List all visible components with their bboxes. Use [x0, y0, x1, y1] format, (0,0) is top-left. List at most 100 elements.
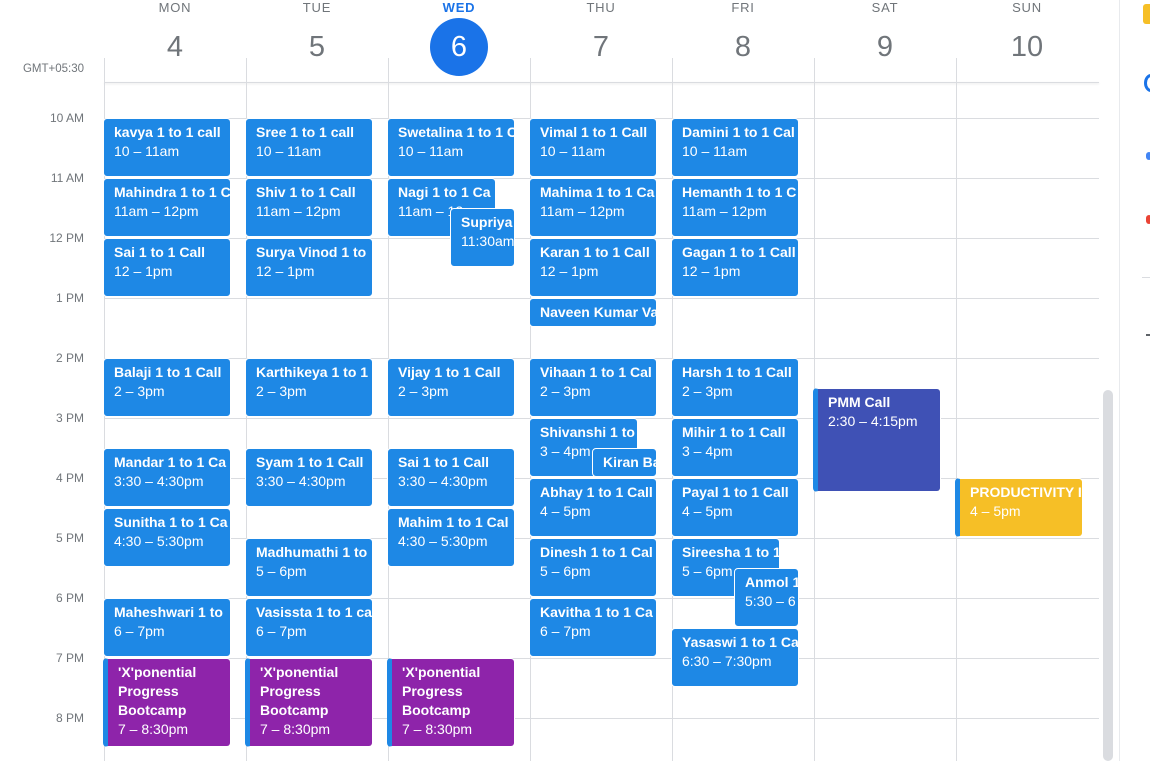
- event-title: Mahindra 1 to 1 C: [114, 184, 230, 200]
- event-title: Shivanshi 1 to: [540, 424, 635, 440]
- event-card[interactable]: Balaji 1 to 1 Call 2 – 3pm: [103, 358, 231, 417]
- event-card[interactable]: Mandar 1 to 1 Ca 3:30 – 4:30pm: [103, 448, 231, 507]
- event-card[interactable]: Damini 1 to 1 Cal 10 – 11am: [671, 118, 799, 177]
- event-time: 2 – 3pm: [682, 383, 733, 399]
- day-name-sun: SUN: [1012, 0, 1042, 15]
- day-name-fri: FRI: [731, 0, 755, 15]
- event-card[interactable]: 'X'ponential Progress Bootcamp 7 – 8:30pm: [387, 658, 515, 747]
- event-card[interactable]: Vasissta 1 to 1 ca 6 – 7pm: [245, 598, 373, 657]
- event-card[interactable]: Maheshwari 1 to 6 – 7pm: [103, 598, 231, 657]
- event-time: 12 – 1pm: [682, 263, 741, 279]
- event-card[interactable]: Shiv 1 to 1 Call 11am – 12pm: [245, 178, 373, 237]
- event-title: 'X'ponential Progress Bootcamp: [118, 664, 197, 718]
- event-card[interactable]: Swetalina 1 to 1 C 10 – 11am: [387, 118, 515, 177]
- event-card[interactable]: Gagan 1 to 1 Call 12 – 1pm: [671, 238, 799, 297]
- event-card[interactable]: 'X'ponential Progress Bootcamp 7 – 8:30pm: [103, 658, 231, 747]
- event-card[interactable]: Syam 1 to 1 Call 3:30 – 4:30pm: [245, 448, 373, 507]
- day-number-label: 10: [1010, 30, 1044, 63]
- side-panel-separator: [1142, 277, 1150, 278]
- event-card[interactable]: Sunitha 1 to 1 Ca 4:30 – 5:30pm: [103, 508, 231, 567]
- event-card[interactable]: Madhumathi 1 to 5 – 6pm: [245, 538, 373, 597]
- event-title: Gagan 1 to 1 Call: [682, 244, 796, 260]
- event-title: Sireesha 1 to 1: [682, 544, 779, 560]
- event-card[interactable]: Karthikeya 1 to 1 2 – 3pm: [245, 358, 373, 417]
- grid-column-line: [956, 58, 957, 761]
- event-card[interactable]: Mahim 1 to 1 Cal 4:30 – 5:30pm: [387, 508, 515, 567]
- event-time: 2 – 3pm: [398, 383, 449, 399]
- maps-icon[interactable]: [1146, 215, 1150, 224]
- hour-label: 2 PM: [55, 351, 84, 365]
- event-card[interactable]: Anmol 1 5:30 – 6: [734, 568, 799, 627]
- event-card[interactable]: Supriya 11:30am: [450, 208, 515, 267]
- event-time: 6 – 7pm: [540, 623, 591, 639]
- day-number-wed-today[interactable]: 6: [388, 18, 530, 76]
- event-card[interactable]: Payal 1 to 1 Call 4 – 5pm: [671, 478, 799, 537]
- event-title: Kavitha 1 to 1 Ca: [540, 604, 653, 620]
- event-title: Shiv 1 to 1 Call: [256, 184, 356, 200]
- event-time: 2:30 – 4:15pm: [828, 413, 918, 429]
- event-card[interactable]: Mahima 1 to 1 Ca 11am – 12pm: [529, 178, 657, 237]
- day-number-mon[interactable]: 4: [104, 22, 246, 72]
- event-card[interactable]: kavya 1 to 1 call 10 – 11am: [103, 118, 231, 177]
- event-card[interactable]: Mahindra 1 to 1 C 11am – 12pm: [103, 178, 231, 237]
- event-time: 10 – 11am: [398, 143, 464, 159]
- event-card[interactable]: Sai 1 to 1 Call 3:30 – 4:30pm: [387, 448, 515, 507]
- event-card[interactable]: Vimal 1 to 1 Call 10 – 11am: [529, 118, 657, 177]
- event-card[interactable]: PMM Call 2:30 – 4:15pm: [813, 388, 941, 492]
- event-time: 4 – 5pm: [540, 503, 591, 519]
- event-time: 4 – 5pm: [682, 503, 733, 519]
- day-number-thu[interactable]: 7: [530, 22, 672, 72]
- event-card[interactable]: Hemanth 1 to 1 C 11am – 12pm: [671, 178, 799, 237]
- tasks-icon[interactable]: [1144, 74, 1150, 92]
- hour-label: 3 PM: [55, 411, 84, 425]
- event-card[interactable]: Vihaan 1 to 1 Cal 2 – 3pm: [529, 358, 657, 417]
- day-number-fri[interactable]: 8: [672, 22, 814, 72]
- hour-label: 6 PM: [55, 591, 84, 605]
- event-card[interactable]: 'X'ponential Progress Bootcamp 7 – 8:30pm: [245, 658, 373, 747]
- event-time: 5 – 6pm: [256, 563, 307, 579]
- keep-icon[interactable]: [1143, 4, 1150, 24]
- event-title: Mihir 1 to 1 Call: [682, 424, 786, 440]
- event-title: kavya 1 to 1 call: [114, 124, 221, 140]
- event-card[interactable]: Naveen Kumar Va: [529, 298, 657, 327]
- event-card[interactable]: Vijay 1 to 1 Call 2 – 3pm: [387, 358, 515, 417]
- event-title: Hemanth 1 to 1 C: [682, 184, 797, 200]
- event-card[interactable]: Yasaswi 1 to 1 Ca 6:30 – 7:30pm: [671, 628, 799, 687]
- event-time: 4:30 – 5:30pm: [114, 533, 204, 549]
- day-number-sat[interactable]: 9: [814, 22, 956, 72]
- event-card[interactable]: Dinesh 1 to 1 Cal 5 – 6pm: [529, 538, 657, 597]
- event-time: 10 – 11am: [682, 143, 748, 159]
- event-card[interactable]: Sai 1 to 1 Call 12 – 1pm: [103, 238, 231, 297]
- event-title: Payal 1 to 1 Call: [682, 484, 789, 500]
- day-number-sun[interactable]: 10: [956, 22, 1098, 72]
- day-name-sat: SAT: [871, 0, 899, 15]
- event-time: 10 – 11am: [114, 143, 180, 159]
- vertical-scrollbar[interactable]: [1103, 390, 1113, 761]
- event-card[interactable]: Mihir 1 to 1 Call 3 – 4pm: [671, 418, 799, 477]
- add-ons-icon[interactable]: [1146, 334, 1150, 336]
- event-title: 'X'ponential Progress Bootcamp: [402, 664, 481, 718]
- event-card[interactable]: Abhay 1 to 1 Call 4 – 5pm: [529, 478, 657, 537]
- event-title: Sai 1 to 1 Call: [114, 244, 206, 260]
- event-card[interactable]: Surya Vinod 1 to 12 – 1pm: [245, 238, 373, 297]
- event-time: 12 – 1pm: [540, 263, 599, 279]
- day-number-tue[interactable]: 5: [246, 22, 388, 72]
- event-time: 11am – 12pm: [256, 203, 341, 219]
- event-card[interactable]: Harsh 1 to 1 Call 2 – 3pm: [671, 358, 799, 417]
- hour-label: 12 PM: [49, 231, 84, 245]
- event-time: 11am – 12pm: [682, 203, 767, 219]
- contacts-icon[interactable]: [1146, 152, 1150, 160]
- day-number-label: 4: [166, 30, 184, 63]
- event-card[interactable]: Karan 1 to 1 Call 12 – 1pm: [529, 238, 657, 297]
- event-time: 5 – 6pm: [540, 563, 591, 579]
- event-card[interactable]: Kiran Ba: [592, 448, 657, 477]
- event-time: 2 – 3pm: [540, 383, 591, 399]
- event-title: Swetalina 1 to 1 C: [398, 124, 514, 140]
- event-time: 2 – 3pm: [114, 383, 165, 399]
- event-title: Mahim 1 to 1 Cal: [398, 514, 509, 530]
- event-card[interactable]: PRODUCTIVITY II 4 – 5pm: [955, 478, 1083, 537]
- event-time: 12 – 1pm: [256, 263, 315, 279]
- event-card[interactable]: Sree 1 to 1 call 10 – 11am: [245, 118, 373, 177]
- event-card[interactable]: Kavitha 1 to 1 Ca 6 – 7pm: [529, 598, 657, 657]
- event-time: 7 – 8:30pm: [402, 721, 473, 737]
